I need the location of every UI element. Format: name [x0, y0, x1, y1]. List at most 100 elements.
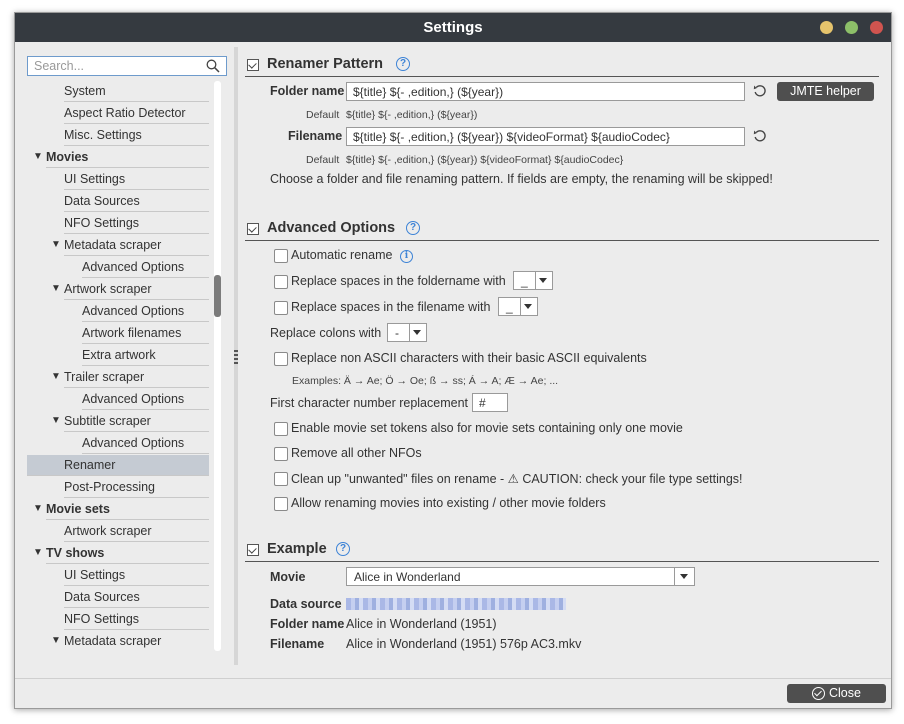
remove-nfos-checkbox[interactable]	[274, 447, 288, 461]
folder-space-replacement-select[interactable]: _	[513, 271, 553, 290]
folder-default-value: ${title} ${- ,edition,} (${year})	[346, 109, 478, 121]
select-value: Alice in Wonderland	[354, 570, 461, 584]
example-movie-select[interactable]: Alice in Wonderland	[346, 567, 695, 586]
close-window-button[interactable]	[870, 21, 883, 34]
sidebar-item[interactable]: System	[64, 81, 209, 102]
sidebar-item[interactable]: Advanced Options	[82, 389, 209, 410]
sidebar-item-label: NFO Settings	[64, 216, 140, 230]
expand-arrow-icon[interactable]: ▼	[51, 367, 61, 387]
sidebar-item[interactable]: Metadata scraper ▼	[51, 235, 209, 256]
info-icon[interactable]: i	[400, 250, 413, 263]
ascii-replacement-checkbox[interactable]	[274, 352, 288, 366]
folder-name-input[interactable]: ${title} ${- ,edition,} (${year})	[346, 82, 745, 101]
expand-arrow-icon[interactable]: ▼	[33, 499, 43, 519]
sidebar-item[interactable]: UI Settings	[64, 565, 209, 586]
example-movie-label: Movie	[270, 570, 306, 584]
sidebar-item-label: UI Settings	[64, 568, 126, 582]
reset-icon[interactable]	[753, 84, 767, 98]
renamer-pattern-header: Renamer Pattern ?	[245, 56, 879, 77]
search-icon[interactable]	[206, 59, 220, 73]
automatic-rename-checkbox[interactable]	[274, 249, 288, 263]
sidebar-item[interactable]: Artwork scraper ▼	[51, 279, 209, 300]
sidebar-item[interactable]: Subtitle scraper ▼	[51, 411, 209, 432]
search-input[interactable]	[34, 58, 199, 73]
default-label: Default	[306, 154, 340, 166]
sidebar-item[interactable]: Advanced Options	[82, 257, 209, 278]
sidebar-item[interactable]: Misc. Settings	[64, 125, 209, 146]
expand-arrow-icon[interactable]: ▼	[51, 411, 61, 431]
filename-input[interactable]: ${title} ${- ,edition,} (${year}) ${vide…	[346, 127, 745, 146]
chevron-down-icon	[680, 574, 688, 579]
sidebar-item-label: Trailer scraper	[64, 370, 145, 384]
sidebar-item-label: Data Sources	[64, 194, 140, 208]
filename-default-value: ${title} ${- ,edition,} (${year}) ${vide…	[346, 154, 624, 166]
sidebar-item-label: Renamer	[64, 458, 116, 472]
collapse-icon[interactable]	[247, 544, 259, 556]
cleanup-files-checkbox[interactable]	[274, 472, 288, 486]
sidebar-item-label: Aspect Ratio Detector	[64, 106, 186, 120]
sidebar-item[interactable]: Post-Processing	[64, 477, 209, 498]
sidebar-item[interactable]: Renamer	[27, 455, 209, 476]
replace-colons-label: Replace colons with	[270, 326, 382, 340]
example-header: Example ?	[245, 541, 879, 562]
expand-arrow-icon[interactable]: ▼	[51, 631, 61, 651]
movie-set-tokens-checkbox[interactable]	[274, 422, 288, 436]
reset-icon[interactable]	[753, 129, 767, 143]
sidebar-item[interactable]: Movie sets ▼	[33, 499, 209, 520]
expand-arrow-icon[interactable]: ▼	[51, 279, 61, 299]
replace-spaces-file-checkbox[interactable]	[274, 301, 288, 315]
maximize-button[interactable]	[845, 21, 858, 34]
sidebar-item[interactable]: NFO Settings	[64, 609, 209, 630]
allow-existing-folders-checkbox[interactable]	[274, 497, 288, 511]
close-button[interactable]: Close	[787, 684, 886, 703]
help-icon[interactable]: ?	[396, 57, 410, 71]
remove-nfos-label: Remove all other NFOs	[291, 446, 422, 460]
expand-arrow-icon[interactable]: ▼	[33, 147, 43, 167]
replace-spaces-folder-label: Replace spaces in the foldername with	[291, 274, 506, 288]
help-icon[interactable]: ?	[406, 221, 420, 235]
expand-arrow-icon[interactable]: ▼	[51, 235, 61, 255]
ascii-examples-text: Examples: Ä → Ae; Ö → Oe; ß → ss; Á → A;…	[292, 375, 559, 387]
first-char-input[interactable]: #	[472, 393, 508, 412]
chevron-down-icon	[413, 330, 421, 335]
file-space-replacement-select[interactable]: _	[498, 297, 538, 316]
sidebar-item[interactable]: TV shows ▼	[33, 543, 209, 564]
splitter-grip-icon[interactable]	[234, 350, 238, 364]
sidebar-item[interactable]: Trailer scraper ▼	[51, 367, 209, 388]
sidebar-item[interactable]: UI Settings	[64, 169, 209, 190]
collapse-icon[interactable]	[247, 59, 259, 71]
sidebar-item-label: TV shows	[46, 546, 105, 560]
replace-spaces-folder-checkbox[interactable]	[274, 275, 288, 289]
help-icon[interactable]: ?	[336, 542, 350, 556]
sidebar-item-label: NFO Settings	[64, 612, 140, 626]
collapse-icon[interactable]	[247, 223, 259, 235]
sidebar-item[interactable]: Movies ▼	[33, 147, 209, 168]
jmte-helper-button[interactable]: JMTE helper	[777, 82, 874, 101]
sidebar-item[interactable]: Extra artwork	[82, 345, 209, 366]
sidebar-item-label: System	[64, 84, 106, 98]
window-title: Settings	[423, 19, 483, 36]
section-title: Example	[267, 541, 327, 557]
cleanup-files-label: Clean up "unwanted" files on rename - ⚠ …	[291, 472, 743, 486]
sidebar-item[interactable]: Aspect Ratio Detector	[64, 103, 209, 124]
advanced-options-header: Advanced Options ?	[245, 220, 879, 241]
sidebar-item[interactable]: Advanced Options	[82, 301, 209, 322]
sidebar-item[interactable]: Advanced Options	[82, 433, 209, 454]
tree-scrollbar[interactable]	[214, 81, 221, 651]
sidebar-item[interactable]: Data Sources	[64, 191, 209, 212]
minimize-button[interactable]	[820, 21, 833, 34]
select-value: -	[395, 326, 399, 340]
sidebar-item[interactable]: Metadata scraper ▼	[51, 631, 209, 651]
sidebar-item-label: Movies	[46, 150, 89, 164]
settings-window: Settings System Aspect Ratio Detector Misc…	[14, 12, 892, 709]
first-char-label: First character number replacement	[270, 396, 468, 410]
tree-scrollbar-thumb[interactable]	[214, 275, 221, 317]
ascii-replacement-label: Replace non ASCII characters with their …	[291, 351, 647, 365]
expand-arrow-icon[interactable]: ▼	[33, 543, 43, 563]
sidebar-item-label: Subtitle scraper	[64, 414, 151, 428]
sidebar-item[interactable]: NFO Settings	[64, 213, 209, 234]
sidebar-item[interactable]: Data Sources	[64, 587, 209, 608]
colon-replacement-select[interactable]: -	[387, 323, 427, 342]
sidebar-item[interactable]: Artwork scraper	[64, 521, 209, 542]
sidebar-item[interactable]: Artwork filenames	[82, 323, 209, 344]
